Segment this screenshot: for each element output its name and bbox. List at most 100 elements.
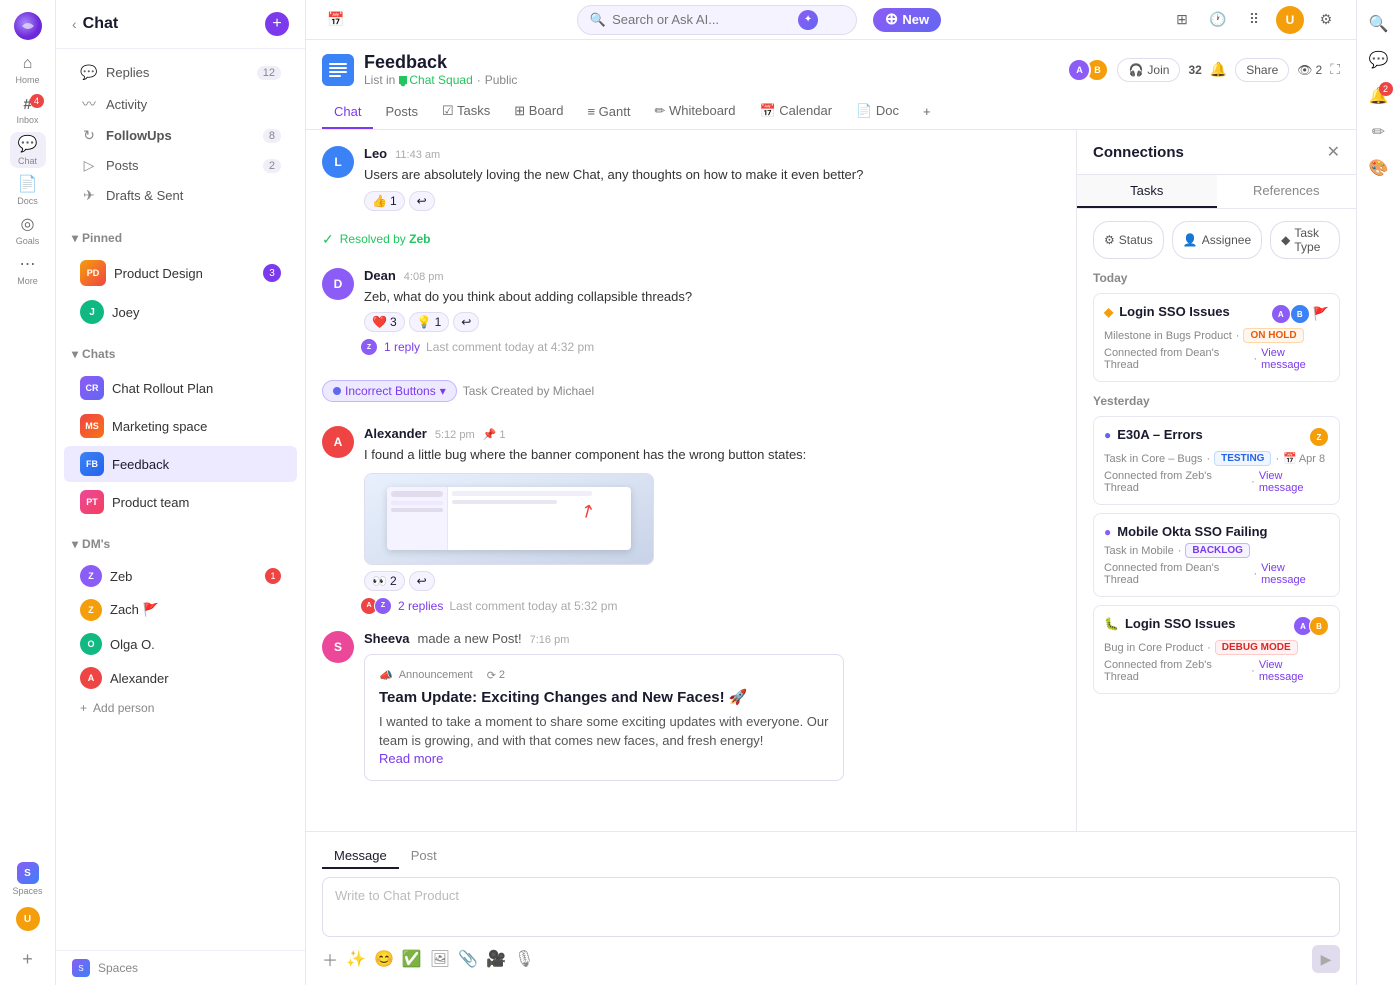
- task-pill[interactable]: Incorrect Buttons ▾: [322, 380, 457, 402]
- image-tool[interactable]: 🖼: [430, 949, 450, 969]
- send-button[interactable]: ▶: [1312, 945, 1340, 973]
- calendar-icon[interactable]: 📅: [322, 6, 350, 34]
- sidebar-item-followups[interactable]: ↻ FollowUps 8: [64, 121, 297, 150]
- user-avatar[interactable]: U: [10, 901, 46, 937]
- nav-goals[interactable]: ◎ Goals: [10, 212, 46, 248]
- add-person-btn[interactable]: + Add person: [64, 696, 297, 720]
- clock-icon[interactable]: 🕐: [1204, 6, 1232, 34]
- add-tool[interactable]: ＋: [322, 947, 338, 971]
- input-tab-post[interactable]: Post: [399, 844, 449, 869]
- new-chat-button[interactable]: +: [265, 12, 289, 36]
- conn-tab-references[interactable]: References: [1217, 175, 1357, 208]
- pinned-header[interactable]: ▾ Pinned: [72, 227, 289, 249]
- notif-badge: 2: [1379, 82, 1393, 96]
- conn-tab-tasks[interactable]: Tasks: [1077, 175, 1217, 208]
- sidebar-item-feedback[interactable]: FB Feedback: [64, 446, 297, 482]
- filter-task-type[interactable]: ◆ Task Type: [1270, 221, 1340, 259]
- tab-posts[interactable]: Posts: [373, 96, 430, 129]
- sidebar-item-joey[interactable]: J Joey: [64, 294, 297, 330]
- join-button[interactable]: 🎧 Join: [1117, 58, 1180, 82]
- attach-tool[interactable]: 📎: [458, 949, 478, 969]
- video-tool[interactable]: 🎥: [486, 949, 506, 969]
- reaction-bulb[interactable]: 💡 1: [409, 312, 450, 332]
- tab-gantt[interactable]: ≡ Gantt: [575, 96, 642, 129]
- sidebar-collapse-icon[interactable]: ‹: [72, 16, 77, 32]
- reaction-reply3[interactable]: ↩: [409, 571, 435, 591]
- gantt-icon: ≡: [587, 104, 595, 119]
- logo[interactable]: [10, 8, 46, 44]
- grid-icon[interactable]: ⊞: [1168, 6, 1196, 34]
- check-tool[interactable]: ✅: [402, 949, 422, 969]
- right-chat-btn[interactable]: 💬: [1363, 44, 1395, 76]
- tab-doc[interactable]: 📄 Doc: [844, 95, 911, 129]
- view-message-4[interactable]: View message: [1259, 659, 1329, 683]
- dm-item-zeb[interactable]: Z Zeb 1: [64, 560, 297, 592]
- nav-spaces[interactable]: S Spaces: [10, 861, 46, 897]
- sidebar-item-replies[interactable]: 💬 Replies 12: [64, 58, 297, 87]
- connections-close-button[interactable]: ✕: [1327, 142, 1340, 162]
- chats-header[interactable]: ▾ Chats: [72, 343, 289, 365]
- reaction-heart[interactable]: ❤️ 3: [364, 312, 405, 332]
- nav-docs[interactable]: 📄 Docs: [10, 172, 46, 208]
- settings-icon[interactable]: ⚙: [1312, 6, 1340, 34]
- reaction-eyes[interactable]: 👀 2: [364, 571, 405, 591]
- dms-header[interactable]: ▾ DM's: [72, 533, 289, 555]
- right-search-btn[interactable]: 🔍: [1363, 8, 1395, 40]
- tab-tasks[interactable]: ☑ Tasks: [430, 95, 502, 129]
- filter-assignee[interactable]: 👤 Assignee: [1172, 221, 1262, 259]
- tab-whiteboard[interactable]: ✏ Whiteboard: [642, 95, 747, 129]
- task-created-text: Task Created by Michael: [463, 384, 594, 398]
- view-message-1[interactable]: View message: [1261, 347, 1329, 371]
- sidebar-item-posts[interactable]: ▷ Posts 2: [64, 151, 297, 180]
- spaces-nav-item[interactable]: S Spaces: [56, 950, 305, 985]
- message-input-box[interactable]: Write to Chat Product: [322, 877, 1340, 937]
- bell-icon[interactable]: 🔔: [1210, 61, 1227, 78]
- mic-tool[interactable]: 🎙: [514, 949, 534, 969]
- dm-item-alexander[interactable]: A Alexander: [64, 662, 297, 694]
- dm-item-olga[interactable]: O Olga O.: [64, 628, 297, 660]
- tab-board[interactable]: ⊞ Board: [502, 95, 575, 129]
- user-avatar-topbar[interactable]: U: [1276, 6, 1304, 34]
- expand-icon[interactable]: ⛶: [1330, 61, 1340, 78]
- alexander-thread[interactable]: A Z 2 replies Last comment today at 5:32…: [364, 597, 1060, 615]
- search-bar[interactable]: 🔍 ✦: [577, 5, 857, 35]
- filter-status[interactable]: ⚙ Status: [1093, 221, 1164, 259]
- search-input[interactable]: [612, 12, 792, 27]
- nav-inbox[interactable]: # Inbox 4: [10, 92, 46, 128]
- view-message-2[interactable]: View message: [1259, 470, 1329, 494]
- nav-chat[interactable]: 💬 Chat: [10, 132, 46, 168]
- input-tab-message[interactable]: Message: [322, 844, 399, 869]
- tab-add[interactable]: +: [911, 96, 943, 129]
- dm-item-zach[interactable]: Z Zach 🚩: [64, 594, 297, 626]
- sidebar-item-product-design[interactable]: PD Product Design 3: [64, 254, 297, 292]
- tab-chat[interactable]: Chat: [322, 96, 373, 129]
- conn-icon-3: ●: [1104, 525, 1111, 539]
- reaction-reply2[interactable]: ↩: [453, 312, 479, 332]
- share-button[interactable]: Share: [1235, 58, 1289, 82]
- right-color-btn[interactable]: 🎨: [1363, 152, 1395, 184]
- right-notifications-btn[interactable]: 🔔 2: [1363, 80, 1395, 112]
- sidebar-item-activity[interactable]: 〰 Activity: [64, 88, 297, 120]
- ai-tool[interactable]: ✨: [346, 949, 366, 969]
- add-space-btn[interactable]: +: [10, 941, 46, 977]
- view-message-3[interactable]: View message: [1261, 562, 1329, 586]
- apps-icon[interactable]: ⠿: [1240, 6, 1268, 34]
- reaction-reply[interactable]: ↩: [409, 191, 435, 211]
- ai-button[interactable]: ✦: [798, 10, 818, 30]
- nav-home[interactable]: ⌂ Home: [10, 52, 46, 88]
- sidebar-item-marketing-space[interactable]: MS Marketing space: [64, 408, 297, 444]
- dean-thread[interactable]: Z 1 reply Last comment today at 4:32 pm: [364, 338, 1060, 356]
- calendar-tab-icon: 📅: [759, 103, 775, 118]
- status-filter-icon: ⚙: [1104, 233, 1115, 247]
- right-pencil-btn[interactable]: ✏: [1363, 116, 1395, 148]
- sidebar-item-chat-rollout[interactable]: CR Chat Rollout Plan: [64, 370, 297, 406]
- sidebar-item-product-team[interactable]: PT Product team: [64, 484, 297, 520]
- reaction-thumbsup[interactable]: 👍 1: [364, 191, 405, 211]
- read-more-link[interactable]: Read more: [379, 751, 829, 766]
- new-button[interactable]: ⊕ New: [873, 8, 941, 32]
- chat-squad-link[interactable]: ● Chat Squad: [399, 73, 472, 87]
- nav-more[interactable]: ⋯ More: [10, 252, 46, 288]
- tab-calendar[interactable]: 📅 Calendar: [747, 95, 844, 129]
- sidebar-item-drafts[interactable]: ✈ Drafts & Sent: [64, 181, 297, 210]
- emoji-tool[interactable]: 😊: [374, 949, 394, 969]
